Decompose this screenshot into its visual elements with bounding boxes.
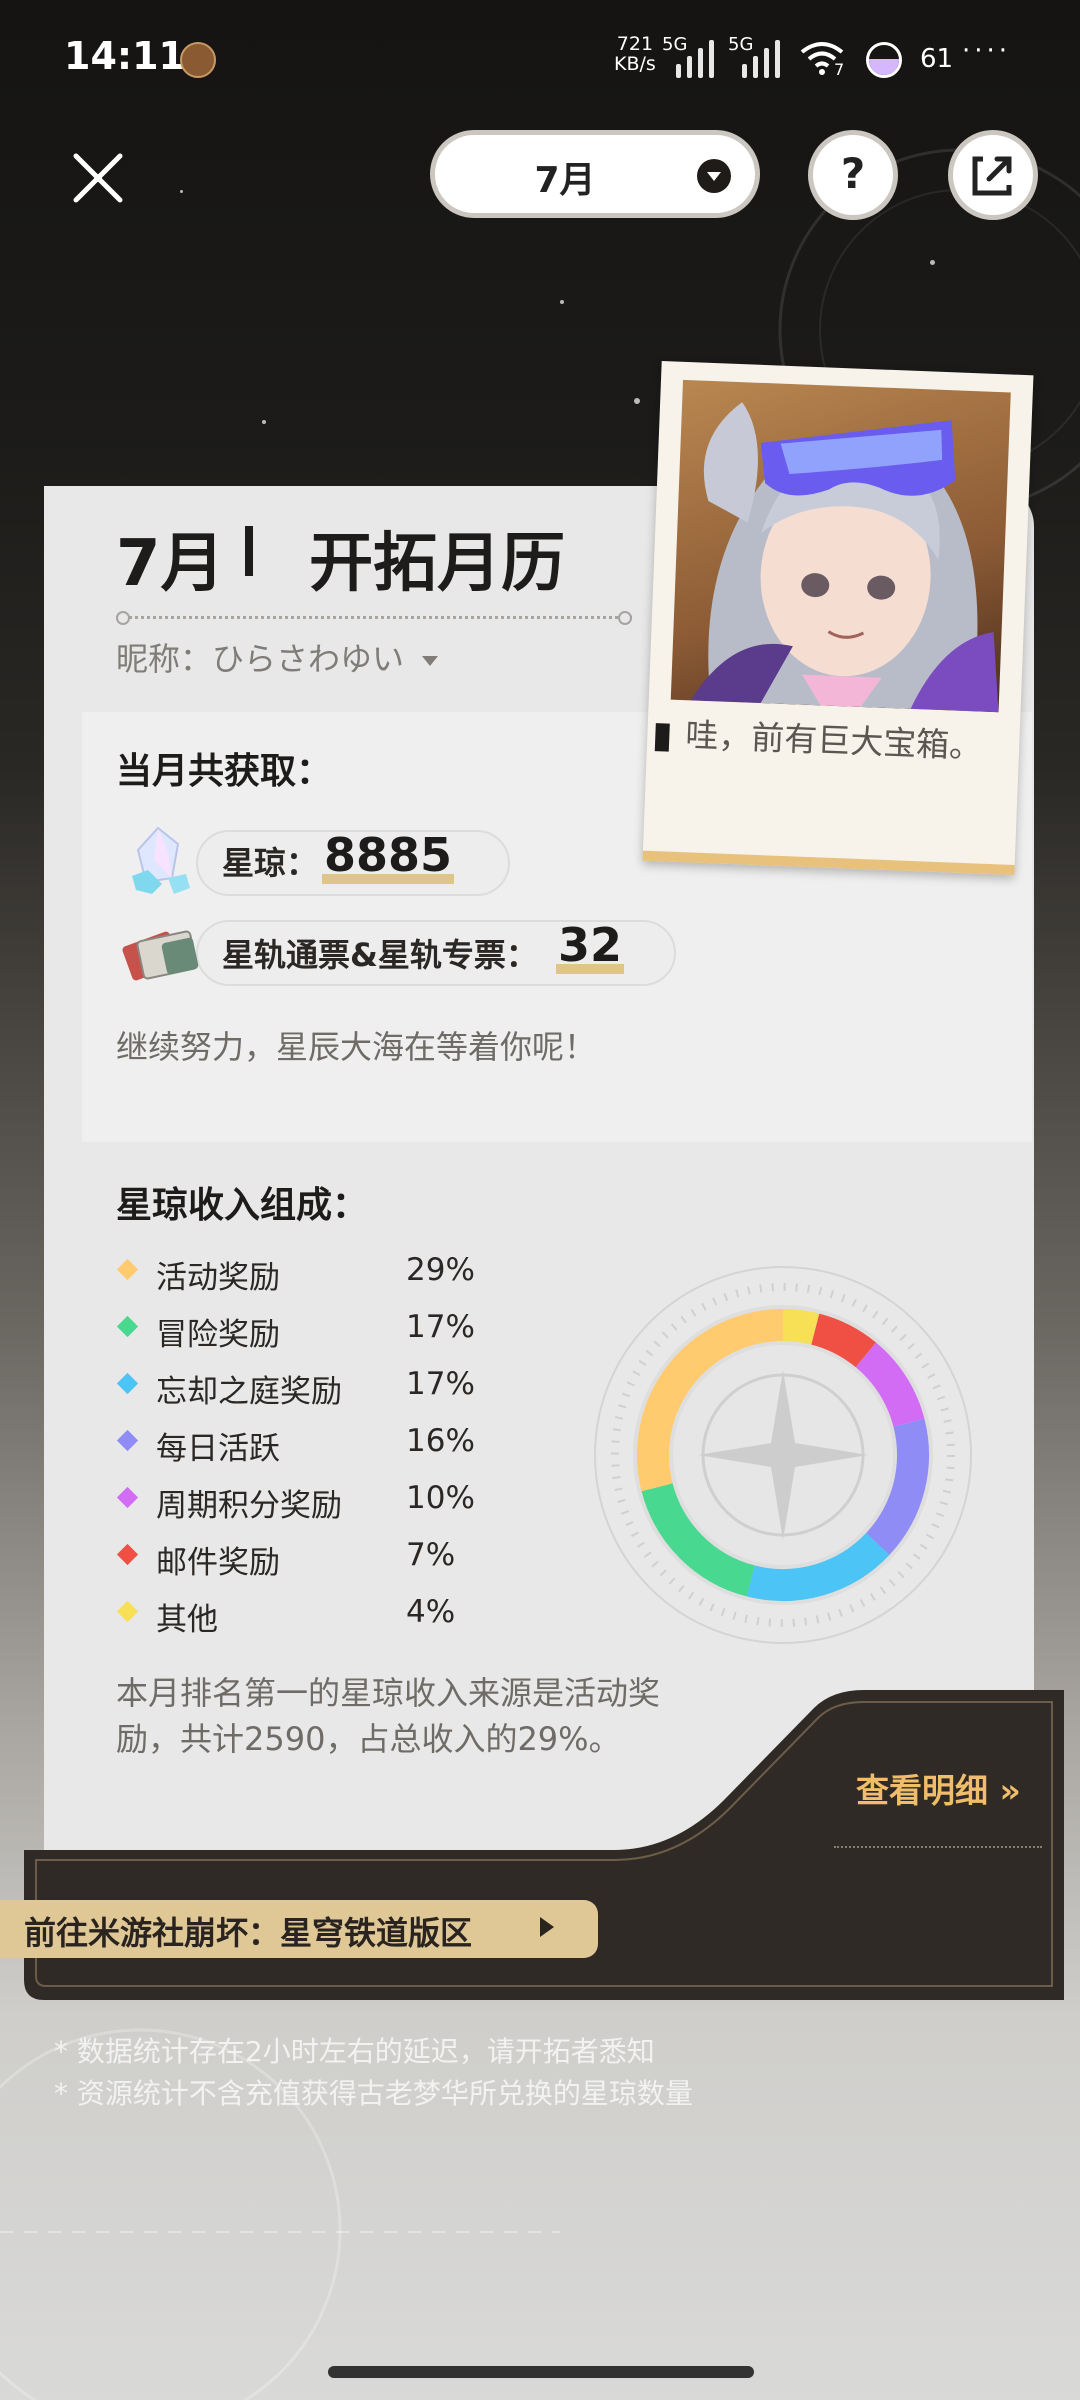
more-status-icon: ···· <box>962 36 1012 66</box>
card-title-month: 7月 <box>116 527 225 601</box>
play-arrow-icon <box>540 1917 554 1937</box>
month-selector-label: 7月 <box>534 160 596 201</box>
legend-item: 周期积分奖励 10% <box>116 1480 520 1524</box>
title-divider <box>245 526 253 576</box>
legend-diamond-icon <box>116 1600 139 1623</box>
caption-marker <box>654 723 670 752</box>
legend-label: 冒险奖励 <box>156 1317 280 1353</box>
character-illustration <box>690 402 999 713</box>
status-notification-avatar-icon <box>180 42 216 78</box>
legend-percent: 16% <box>406 1423 475 1459</box>
network-speed: 721 KB/s <box>614 34 656 74</box>
share-button[interactable] <box>948 130 1038 220</box>
legend-item: 其他 4% <box>116 1594 520 1638</box>
help-icon: ? <box>840 149 866 198</box>
legend-item: 忘却之庭奖励 17% <box>116 1366 520 1410</box>
month-selector[interactable]: 7月 <box>430 130 760 218</box>
legend-diamond-icon <box>116 1429 139 1452</box>
home-indicator[interactable] <box>328 2366 754 2378</box>
legend-percent: 4% <box>406 1594 456 1630</box>
jade-label: 星琼： <box>222 844 319 882</box>
wifi-badge: 7 <box>834 60 845 79</box>
chevron-down-icon <box>697 159 731 193</box>
legend-diamond-icon <box>116 1315 139 1338</box>
legend-diamond-icon <box>116 1486 139 1509</box>
network-speed-value: 721 <box>616 33 654 55</box>
gain-title: 当月共获取： <box>116 751 333 792</box>
detail-divider <box>834 1846 1042 1848</box>
nickname-value: ひらさわゆい <box>212 640 405 678</box>
legend-diamond-icon <box>116 1543 139 1566</box>
legend-percent: 17% <box>406 1309 475 1345</box>
caret-down-icon <box>422 656 439 666</box>
character-polaroid: 哇，前有巨大宝箱。 <box>642 361 1034 875</box>
legend-label: 其他 <box>156 1602 218 1638</box>
legend-diamond-icon <box>116 1258 139 1281</box>
legend-item: 每日活跃 16% <box>116 1423 520 1467</box>
status-time: 14:11 <box>64 34 185 78</box>
legend-item: 活动奖励 29% <box>116 1252 520 1296</box>
legend-label: 活动奖励 <box>156 1260 280 1296</box>
battery-level: 61 <box>920 44 954 74</box>
network-speed-unit: KB/s <box>614 53 656 75</box>
card-title-text: 开拓月历 <box>309 527 566 601</box>
sim1-signal-icon <box>676 38 714 78</box>
pass-label: 星轨通票&星轨专票： <box>222 936 538 974</box>
legend-percent: 7% <box>406 1537 456 1573</box>
nickname-selector[interactable]: 昵称：ひらさわゆい <box>116 634 439 680</box>
jade-value: 8885 <box>322 828 455 884</box>
title-dotted-divider <box>116 611 632 625</box>
stellar-jade-icon <box>132 826 190 894</box>
close-button[interactable] <box>60 140 136 216</box>
community-forum-button[interactable]: 前往米游社崩坏：星穹铁道版区 <box>0 1900 598 1958</box>
card-title: 7月 开拓月历 <box>116 512 565 604</box>
star-rail-pass-icon <box>122 930 199 981</box>
legend-label: 忘却之庭奖励 <box>156 1374 342 1410</box>
community-forum-label: 前往米游社崩坏：星穹铁道版区 <box>24 1914 473 1952</box>
composition-donut-chart <box>594 1266 972 1644</box>
share-icon <box>972 156 1012 196</box>
legend-label: 邮件奖励 <box>156 1545 280 1581</box>
footnote: * 资源统计不含充值获得古老梦华所兑换的星琼数量 <box>54 2077 693 2110</box>
footnote: * 数据统计存在2小时左右的延迟，请开拓者悉知 <box>54 2035 655 2068</box>
legend-percent: 10% <box>406 1480 475 1516</box>
view-details-link[interactable]: 查看明细 » <box>856 1764 1021 1812</box>
status-bar: 14:11 721 KB/s 5G 5G 7 61 ···· <box>0 0 1080 110</box>
legend-label: 周期积分奖励 <box>156 1488 342 1524</box>
polaroid-caption: 哇，前有巨大宝箱。 <box>684 715 983 766</box>
sim2-signal-icon <box>742 38 780 78</box>
nickname-label: 昵称： <box>116 640 213 678</box>
pass-value: 32 <box>556 918 625 974</box>
legend-item: 冒险奖励 17% <box>116 1309 520 1353</box>
legend-item: 邮件奖励 7% <box>116 1537 520 1581</box>
legend-percent: 17% <box>406 1366 475 1402</box>
battery-icon <box>866 42 902 78</box>
help-button[interactable]: ? <box>808 130 898 220</box>
encourage-text: 继续努力，星辰大海在等着你呢！ <box>116 1028 597 1066</box>
character-portrait <box>670 379 1011 713</box>
legend-diamond-icon <box>116 1372 139 1395</box>
composition-title: 星琼收入组成： <box>116 1185 369 1226</box>
legend-label: 每日活跃 <box>156 1431 280 1467</box>
legend-percent: 29% <box>406 1252 475 1288</box>
